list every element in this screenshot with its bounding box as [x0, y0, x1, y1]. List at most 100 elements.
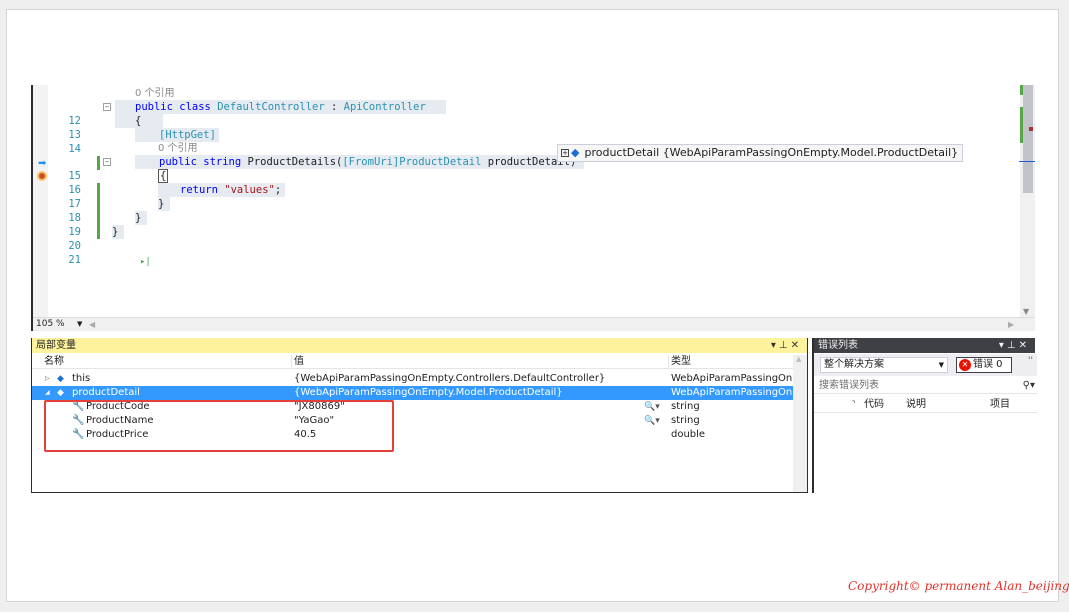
code-text: [HttpGet]	[135, 128, 219, 142]
column-divider[interactable]	[291, 355, 292, 369]
dropdown-icon[interactable]: ▾	[999, 340, 1007, 351]
chevron-down-icon[interactable]: ▼	[77, 318, 82, 331]
close-icon[interactable]: ✕	[791, 340, 802, 351]
type-name: DefaultController	[217, 101, 325, 113]
codelens-references[interactable]: 0 个引用	[158, 142, 198, 156]
variable-type: WebApiParamPassingOnEm	[671, 373, 793, 384]
code-line[interactable]: 14 [HttpGet]	[33, 128, 1035, 170]
window-controls[interactable]: ▾⊥✕	[771, 338, 802, 353]
object-icon: ◆	[57, 388, 64, 398]
expand-icon[interactable]: +	[561, 149, 569, 157]
codelens-references[interactable]: 0 个引用	[135, 87, 175, 101]
error-list-toolbar: 整个解决方案 ▼ ✕ 错误 0 ''	[814, 354, 1037, 376]
code-text: }	[112, 225, 125, 239]
magnifier-icon[interactable]: 🔍▾	[644, 400, 660, 414]
variable-type: string	[671, 401, 700, 412]
variable-name: productDetail	[72, 387, 140, 398]
variable-type: string	[671, 415, 700, 426]
breakpoint-overview-marker	[1029, 127, 1033, 131]
fold-toggle[interactable]: −	[103, 103, 111, 111]
code-text: }	[158, 197, 171, 211]
debugger-datatip[interactable]: + ◆ productDetail {WebApiParamPassingOnEmp…	[557, 144, 964, 162]
code-line[interactable]: 16 ▸| {	[33, 169, 1035, 267]
locals-title-bar[interactable]: 局部变量 ▾⊥✕	[32, 338, 807, 353]
copyright-watermark: Copyright© permanent Alan_beijing	[848, 579, 1069, 593]
scope-value: 整个解决方案	[824, 359, 884, 370]
string-literal: "values"	[224, 184, 275, 196]
column-project[interactable]: 项目	[990, 396, 1010, 413]
error-list-title-bar[interactable]: 错误列表 ▾⊥✕	[814, 338, 1035, 353]
object-icon: ◆	[57, 374, 64, 384]
column-divider[interactable]	[668, 355, 669, 369]
locals-scrollbar[interactable]: ▲	[793, 355, 807, 492]
datatip-value: {WebApiParamPassingOnEmpty.Model.Product…	[662, 146, 959, 159]
scroll-up-icon[interactable]: ▲	[796, 355, 801, 363]
variable-name: this	[72, 373, 91, 384]
editor-scrollbar[interactable]: ▼	[1020, 85, 1035, 317]
variable-value[interactable]: {WebApiParamPassingOnEmpty.Controllers.D…	[294, 372, 664, 386]
overflow-icon[interactable]: ''	[1028, 356, 1033, 366]
line-number: 21	[68, 254, 81, 266]
code-line[interactable]: 19 }	[33, 211, 1035, 238]
sort-icon[interactable]: ⌝	[852, 396, 855, 413]
annotation-highlight-box	[44, 400, 394, 452]
pin-icon[interactable]: ⊥	[779, 340, 791, 351]
zoom-level[interactable]: 105 %	[36, 318, 65, 331]
object-icon: ◆	[571, 146, 580, 159]
scroll-down-icon[interactable]: ▼	[1023, 307, 1029, 316]
column-type[interactable]: 类型	[671, 355, 691, 369]
scope-dropdown[interactable]: 整个解决方案 ▼	[820, 357, 948, 373]
fold-toggle[interactable]: −	[103, 158, 111, 166]
dropdown-icon[interactable]: ▾	[771, 340, 779, 351]
variable-value[interactable]: {WebApiParamPassingOnEmpty.Model.Product…	[294, 386, 664, 400]
column-description[interactable]: 说明	[906, 396, 926, 413]
expand-icon[interactable]: ▷	[45, 372, 50, 386]
code-line[interactable]: 12 − public class DefaultController : Ap…	[33, 100, 1035, 127]
panel-title: 错误列表	[818, 340, 858, 351]
scroll-right-icon[interactable]: ▶	[1008, 318, 1014, 331]
code-line[interactable]: 18 }	[33, 197, 1035, 239]
window-controls[interactable]: ▾⊥✕	[999, 338, 1030, 353]
scroll-thumb[interactable]	[1023, 85, 1033, 193]
column-value[interactable]: 值	[294, 355, 304, 369]
code-line[interactable]: 13 {	[33, 114, 1035, 141]
search-icon[interactable]: ⚲▾	[1023, 378, 1035, 394]
run-to-click-icon[interactable]: ▸|	[140, 255, 151, 269]
code-punct: ;	[274, 184, 282, 196]
close-icon[interactable]: ✕	[1019, 340, 1030, 351]
magnifier-icon[interactable]: 🔍▾	[644, 414, 660, 428]
attribute: [FromUri]	[342, 156, 400, 168]
locals-column-header: 名称 值 类型	[32, 355, 794, 369]
errors-filter-button[interactable]: ✕ 错误 0	[956, 357, 1012, 373]
code-text: public class DefaultController : ApiCont…	[115, 100, 446, 114]
type-name: ApiController	[343, 101, 426, 113]
column-code[interactable]: 代码	[864, 396, 884, 413]
code-line[interactable]: 17 return "values";	[33, 183, 1035, 225]
locals-window[interactable]: 局部变量 ▾⊥✕ 名称 值 类型 ▷ ◆ this {WebApiParamPa…	[31, 338, 808, 493]
type-name: ProductDetail	[399, 156, 482, 168]
error-search-input[interactable]: 搜索错误列表 ⚲▾	[814, 378, 1037, 394]
locals-row[interactable]: ▷ ◆ this {WebApiParamPassingOnEmpty.Cont…	[32, 372, 794, 386]
pin-icon[interactable]: ⊥	[1007, 340, 1019, 351]
chevron-down-icon[interactable]: ▼	[939, 358, 944, 372]
editor-bottom-bar: 105 % ▼ ◀ ▶	[33, 317, 1035, 331]
code-line[interactable]: 21	[33, 239, 1035, 266]
caret-position-marker	[1019, 161, 1035, 162]
code-editor[interactable]: ➡ 0 个引用 12 − public class DefaultControl…	[31, 85, 1035, 331]
code-text: }	[135, 211, 148, 225]
code-text: {	[158, 169, 169, 183]
code-line[interactable]: 20 }	[33, 225, 1035, 252]
collapse-icon[interactable]: ◢	[45, 386, 50, 400]
scroll-left-icon[interactable]: ◀	[89, 318, 95, 331]
code-text: public string ProductDetails([FromUri]Pr…	[135, 155, 585, 169]
variable-type: double	[671, 429, 706, 440]
error-list-window[interactable]: 错误列表 ▾⊥✕ 整个解决方案 ▼ ✕ 错误 0 '' 搜索错误列表 ⚲▾ ⌝ …	[812, 338, 1037, 493]
code-text: {	[115, 114, 164, 128]
code-line[interactable]: 0 个引用	[33, 87, 1035, 101]
error-list-column-header: ⌝ 代码 说明 项目	[814, 396, 1037, 413]
locals-row-selected[interactable]: ◢ ◆ productDetail {WebApiParamPassingOnE…	[32, 386, 794, 400]
keyword: return	[180, 184, 225, 196]
code-text: return "values";	[158, 183, 286, 197]
method-name: ProductDetails(	[247, 156, 343, 168]
column-name[interactable]: 名称	[44, 355, 64, 369]
